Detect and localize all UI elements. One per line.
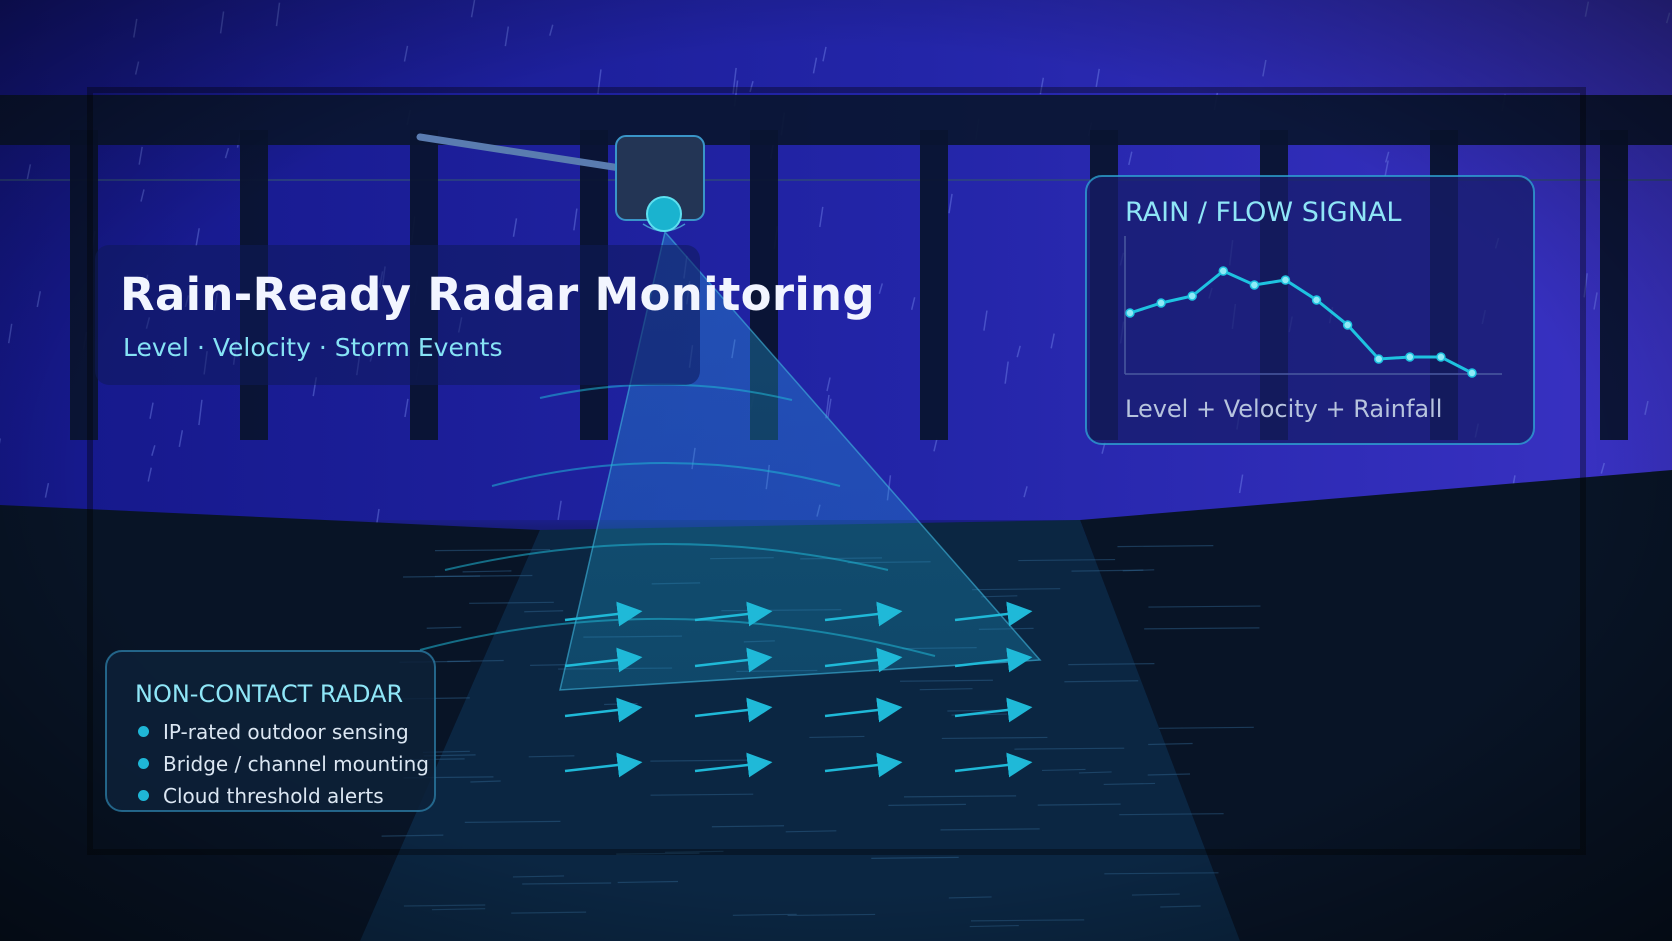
scene-canvas: Rain-Ready Radar Monitoring Level · Velo… (0, 0, 1672, 941)
signal-point (1436, 352, 1446, 362)
signal-point (1373, 354, 1384, 364)
bullet-dot-icon (138, 790, 149, 801)
page-subtitle: Level · Velocity · Storm Events (123, 333, 503, 362)
feature-label: Bridge / channel mounting (163, 752, 429, 776)
signal-point (1156, 298, 1166, 308)
feature-label: IP-rated outdoor sensing (163, 720, 409, 744)
signal-caption: Level + Velocity + Rainfall (1125, 395, 1443, 423)
signal-point (1467, 368, 1477, 378)
bullet-dot-icon (138, 758, 149, 769)
signal-point (1249, 280, 1260, 290)
signal-point (1218, 266, 1229, 276)
signal-heading: RAIN / FLOW SIGNAL (1125, 197, 1402, 228)
feature-item: IP-rated outdoor sensing (138, 720, 409, 744)
feature-item: Bridge / channel mounting (138, 752, 429, 776)
feature-label: Cloud threshold alerts (163, 784, 384, 808)
signal-point (1342, 320, 1353, 330)
signal-point (1187, 291, 1197, 301)
radar-heading: NON-CONTACT RADAR (135, 680, 404, 708)
signal-point (1280, 275, 1291, 285)
signal-point (1311, 295, 1322, 305)
radar-sensor-icon (615, 135, 705, 232)
signal-point (1405, 352, 1415, 362)
bullet-dot-icon (138, 726, 149, 737)
page-title: Rain-Ready Radar Monitoring (120, 268, 875, 321)
signal-point (1125, 308, 1135, 318)
feature-item: Cloud threshold alerts (138, 784, 384, 808)
